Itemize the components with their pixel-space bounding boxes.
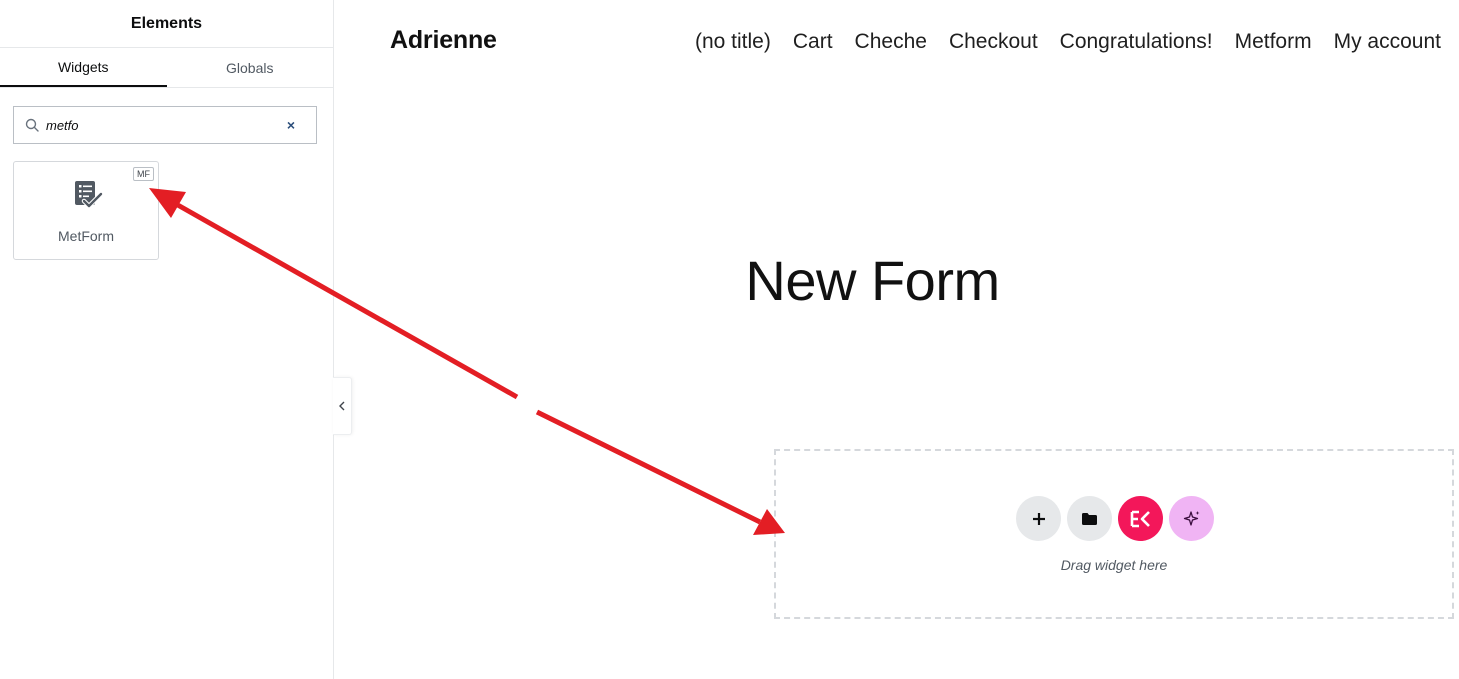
nav-item-cheche[interactable]: Cheche: [855, 30, 927, 54]
widget-badge: MF: [133, 167, 154, 181]
nav-item-my-account[interactable]: My account: [1334, 30, 1441, 54]
search-icon: [25, 118, 39, 132]
panel-tabs: Widgets Globals: [0, 48, 333, 88]
arrow-segment-lower: [535, 409, 762, 525]
clear-search-icon[interactable]: ×: [285, 118, 297, 132]
add-template-button[interactable]: [1067, 496, 1112, 541]
panel-title: Elements: [130, 14, 203, 32]
nav-item-no-title[interactable]: (no title): [695, 30, 771, 54]
site-nav: (no title) Cart Cheche Checkout Congratu…: [695, 30, 1441, 54]
drop-zone-hint: Drag widget here: [1060, 557, 1168, 573]
elementskit-button[interactable]: [1118, 496, 1163, 541]
form-checklist-icon: [70, 179, 104, 211]
plus-icon: [1032, 512, 1045, 525]
nav-item-congratulations[interactable]: Congratulations!: [1060, 30, 1213, 54]
widget-metform[interactable]: MF MetForm: [13, 161, 159, 260]
sparkle-icon: [1183, 510, 1199, 526]
folder-icon: [1082, 512, 1097, 525]
nav-item-checkout[interactable]: Checkout: [949, 30, 1038, 54]
widget-label: MetForm: [58, 228, 114, 244]
panel-header: Elements: [0, 0, 333, 48]
ai-assistant-button[interactable]: [1169, 496, 1214, 541]
add-section-button[interactable]: [1016, 496, 1061, 541]
elementskit-logo-icon: [1130, 510, 1150, 527]
chevron-left-icon: [339, 401, 345, 411]
widget-search: ×: [13, 106, 317, 144]
page-heading: New Form: [745, 249, 1000, 312]
nav-item-metform[interactable]: Metform: [1235, 30, 1312, 54]
search-input[interactable]: [46, 110, 285, 140]
widget-drop-zone[interactable]: Drag widget here: [774, 449, 1454, 619]
site-title[interactable]: Adrienne: [390, 26, 497, 55]
drop-zone-buttons: [1016, 496, 1214, 541]
tab-globals[interactable]: Globals: [167, 48, 334, 87]
nav-item-cart[interactable]: Cart: [793, 30, 833, 54]
tab-widgets[interactable]: Widgets: [0, 48, 167, 87]
collapse-panel-button[interactable]: [333, 377, 352, 435]
elements-panel: Elements Widgets Globals × MF: [0, 0, 334, 679]
